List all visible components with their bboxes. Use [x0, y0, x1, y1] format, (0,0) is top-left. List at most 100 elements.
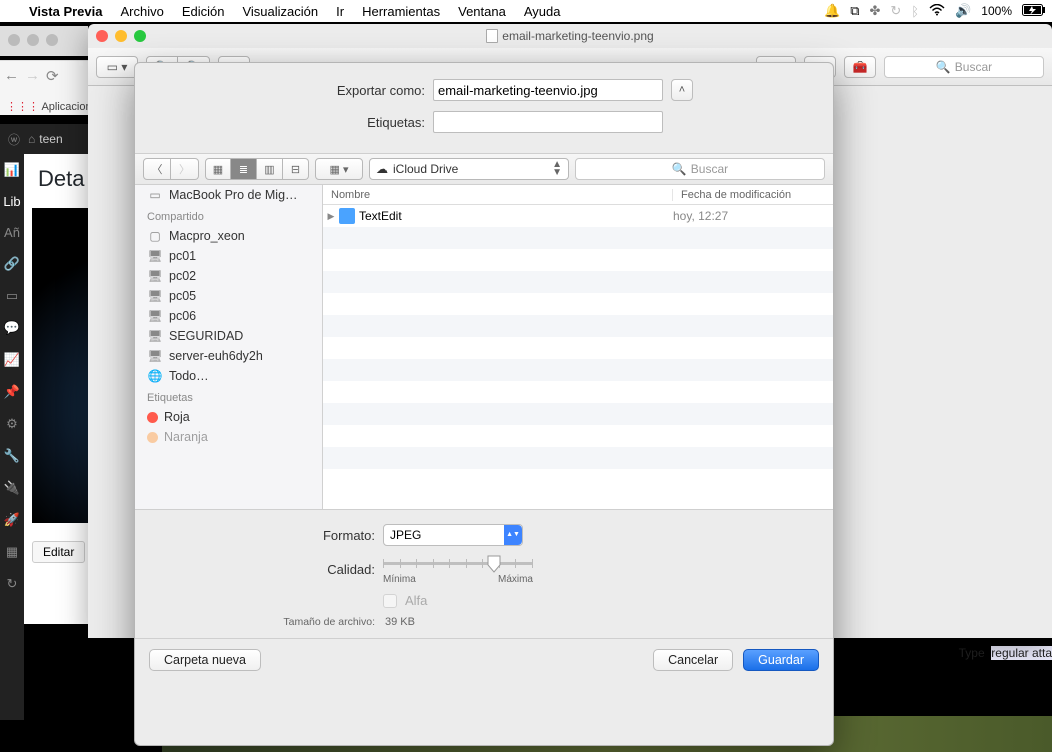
notifications-icon[interactable]: 🔔 [824, 3, 840, 19]
quality-max: Máxima [498, 574, 533, 585]
sidebar-shared-all[interactable]: 🌐Todo… [135, 366, 322, 386]
tags-input[interactable] [433, 111, 663, 133]
menu-help[interactable]: Ayuda [515, 4, 570, 19]
dash-icon[interactable]: 📊 [0, 154, 24, 186]
comment-icon[interactable]: 💬 [0, 312, 24, 344]
view-columns-button[interactable]: ▥ [257, 158, 283, 180]
bluetooth-icon[interactable]: ᛒ [911, 4, 919, 19]
sidebar-shared-item[interactable]: 🖥SEGURIDAD [135, 326, 322, 346]
format-value: JPEG [390, 528, 421, 542]
menu-go[interactable]: Ir [327, 4, 353, 19]
sidebar-shared-item[interactable]: ▢Macpro_xeon [135, 226, 322, 246]
volume-icon[interactable]: 🔊 [955, 3, 971, 19]
sidebar-shared-item[interactable]: 🖥pc06 [135, 306, 322, 326]
save-button[interactable]: Guardar [743, 649, 819, 671]
battery-icon[interactable] [1022, 4, 1046, 19]
wp-sidebar: 📊 Lib Añ 🔗 ▭ 💬 📈 📌 ⚙ 🔧 🔌 🚀 ▦ ↻ [0, 154, 24, 720]
search-placeholder: Buscar [955, 60, 992, 74]
sidebar-tag-item[interactable]: Naranja [135, 427, 322, 447]
nav-fwd-button[interactable]: 〉 [171, 158, 199, 180]
alpha-checkbox [383, 594, 397, 608]
sidebar-header-shared: Compartido [135, 205, 322, 226]
view-list-button[interactable]: ≣ [231, 158, 257, 180]
nav-fwd-icon[interactable]: → [25, 67, 40, 85]
file-name: TextEdit [359, 209, 673, 223]
nav-back-button[interactable]: 〈 [143, 158, 171, 180]
file-type-value: regular atta [991, 646, 1052, 660]
view-icons-button[interactable]: ▦ [205, 158, 231, 180]
sync-icon[interactable]: ↻ [0, 568, 24, 600]
nav-back-icon[interactable]: ← [4, 67, 19, 85]
display-icon: 🖥 [147, 329, 163, 343]
sidebar-device[interactable]: ▭MacBook Pro de Mig… [135, 185, 322, 205]
finder-search[interactable]: 🔍 Buscar [575, 158, 825, 180]
location-popup[interactable]: ☁︎ iCloud Drive ▲▼ [369, 158, 569, 180]
cancel-button[interactable]: Cancelar [653, 649, 733, 671]
format-label: Formato: [175, 528, 375, 543]
plugin-icon[interactable]: 🔌 [0, 472, 24, 504]
filesize-value: 39 KB [385, 616, 415, 628]
menu-file[interactable]: Archivo [111, 4, 172, 19]
rocket-icon[interactable]: 🚀 [0, 504, 24, 536]
battery-percent[interactable]: 100% [981, 4, 1012, 18]
globe-icon: 🌐 [147, 369, 163, 383]
pin-icon[interactable]: 📌 [0, 376, 24, 408]
export-as-label: Exportar como: [275, 83, 425, 98]
chart-icon[interactable]: ▦ [0, 536, 24, 568]
new-folder-button[interactable]: Carpeta nueva [149, 649, 261, 671]
file-date: hoy, 12:27 [673, 209, 833, 223]
menu-window[interactable]: Ventana [449, 4, 515, 19]
zoom-icon[interactable] [134, 30, 146, 42]
add-icon[interactable]: Añ [0, 217, 24, 248]
column-date[interactable]: Fecha de modificación [673, 189, 833, 201]
menu-view[interactable]: Visualización [233, 4, 327, 19]
gear-icon[interactable]: ⚙ [0, 408, 24, 440]
preview-search[interactable]: 🔍 Buscar [884, 56, 1044, 78]
paw-icon[interactable]: ✤ [869, 3, 880, 19]
markup-button[interactable]: 🧰 [844, 56, 876, 78]
sidebar-shared-item[interactable]: 🖥server-euh6dy2h [135, 346, 322, 366]
column-name[interactable]: Nombre [323, 189, 673, 201]
wp-logo-icon[interactable]: ⓦ [0, 131, 28, 148]
view-coverflow-button[interactable]: ⊟ [283, 158, 309, 180]
export-sheet: Exportar como: ˄ Etiquetas: 〈 〉 ▦ ≣ ▥ ⊟ … [134, 62, 834, 746]
sidebar-header-tags: Etiquetas [135, 386, 322, 407]
sidebar-shared-item[interactable]: 🖥pc01 [135, 246, 322, 266]
sidebar-tag-item[interactable]: Roja [135, 407, 322, 427]
wrench-icon[interactable]: 🔧 [0, 440, 24, 472]
minimize-icon[interactable] [115, 30, 127, 42]
sidebar-shared-item[interactable]: 🖥pc02 [135, 266, 322, 286]
quality-slider[interactable] [383, 554, 533, 572]
sidebar-toggle-button[interactable]: ▭ ▾ [96, 56, 138, 78]
file-type-label: Type [959, 646, 985, 660]
format-select[interactable]: JPEG ▲▼ [383, 524, 523, 546]
file-row[interactable]: ▶ TextEdit hoy, 12:27 [323, 205, 833, 227]
laptop-icon: ▭ [147, 188, 163, 202]
disclosure-triangle-icon[interactable]: ▶ [323, 211, 339, 222]
chevron-updown-icon: ▲▼ [504, 525, 522, 545]
export-filename-input[interactable] [433, 79, 663, 101]
close-icon[interactable] [96, 30, 108, 42]
menu-tools[interactable]: Herramientas [353, 4, 449, 19]
display-icon: 🖥 [147, 349, 163, 363]
slider-thumb-icon[interactable] [486, 555, 502, 573]
menu-edit[interactable]: Edición [173, 4, 234, 19]
quality-label: Calidad: [175, 562, 375, 577]
wifi-icon[interactable] [929, 4, 945, 19]
lib-icon[interactable]: Lib [0, 186, 24, 217]
stats-icon[interactable]: 📈 [0, 344, 24, 376]
wp-site-name[interactable]: teen [39, 132, 62, 146]
edit-image-button[interactable]: Editar [32, 541, 85, 563]
link-icon[interactable]: 🔗 [0, 248, 24, 280]
display-icon: ▢ [147, 229, 163, 243]
page-icon[interactable]: ▭ [0, 280, 24, 312]
display-icon: 🖥 [147, 309, 163, 323]
nav-reload-icon[interactable]: ⟳ [46, 67, 59, 85]
timemachine-icon[interactable]: ↻ [890, 3, 901, 19]
arrange-button[interactable]: ▦ ▾ [315, 158, 363, 180]
dropbox-icon[interactable]: ⧉ [850, 3, 859, 19]
home-icon[interactable]: ⌂ [28, 132, 39, 146]
sidebar-shared-item[interactable]: 🖥pc05 [135, 286, 322, 306]
menu-app[interactable]: Vista Previa [20, 4, 111, 19]
collapse-sheet-button[interactable]: ˄ [671, 79, 693, 101]
